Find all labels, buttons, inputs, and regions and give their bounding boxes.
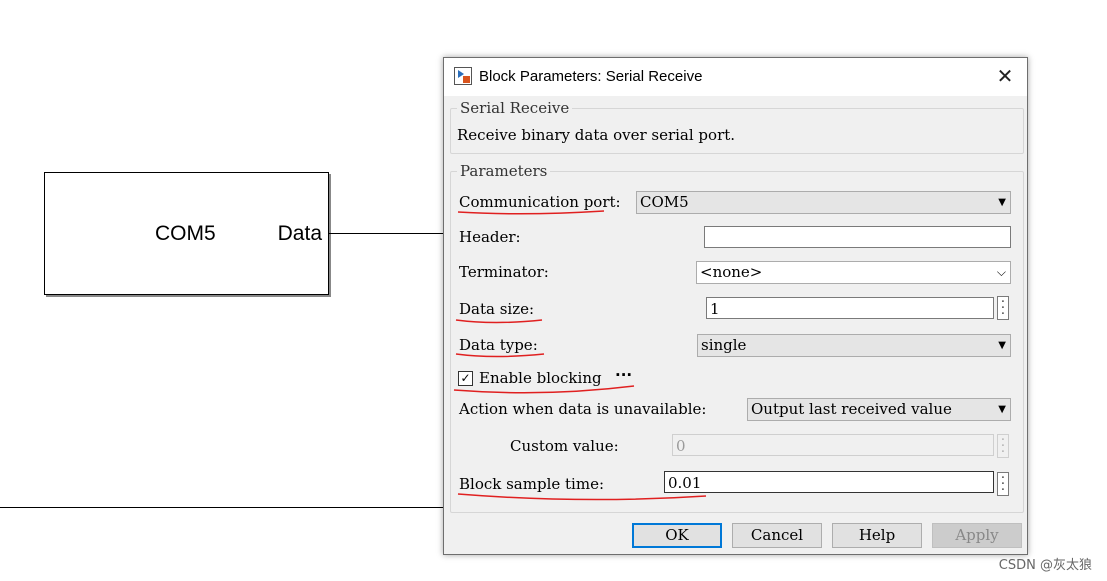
block-output-label: Data	[277, 222, 322, 245]
close-icon[interactable]: ✕	[993, 64, 1017, 88]
help-button[interactable]: Help	[832, 523, 922, 548]
dialog-title: Block Parameters: Serial Receive	[479, 68, 703, 85]
action-unavailable-dropdown[interactable]: Output last received value ▼	[747, 398, 1011, 421]
sample-time-label: Block sample time:	[459, 475, 604, 493]
data-size-more-icon[interactable]: · · ·	[997, 296, 1009, 321]
apply-button: Apply	[932, 523, 1022, 548]
header-label: Header:	[459, 228, 521, 246]
lower-signal-line[interactable]	[0, 507, 444, 508]
communication-port-dropdown[interactable]: COM5 ▼	[636, 191, 1011, 214]
terminator-dropdown[interactable]: <none> ⌵	[696, 261, 1011, 284]
data-type-label: Data type:	[459, 336, 538, 354]
terminator-value: <none>	[700, 263, 763, 281]
enable-blocking-label[interactable]: Enable blocking	[479, 369, 602, 387]
dropdown-arrow-icon: ▼	[998, 197, 1006, 208]
block-parameters-dialog: Block Parameters: Serial Receive ✕ Seria…	[443, 57, 1028, 555]
header-input[interactable]	[704, 226, 1011, 248]
communication-port-value: COM5	[640, 193, 689, 211]
data-size-input[interactable]: 1	[706, 297, 994, 319]
dropdown-arrow-icon: ▼	[998, 404, 1006, 415]
ok-button[interactable]: OK	[632, 523, 722, 548]
block-port-label: COM5	[155, 222, 216, 245]
sample-time-more-icon[interactable]: · · ·	[997, 472, 1009, 497]
enable-blocking-annotation: ···	[615, 366, 633, 384]
terminator-label: Terminator:	[459, 263, 549, 281]
chevron-down-icon: ⌵	[996, 265, 1006, 279]
description-group-title: Serial Receive	[457, 99, 573, 117]
dropdown-arrow-icon: ▼	[998, 340, 1006, 351]
communication-port-label: Communication port:	[459, 193, 621, 211]
action-unavailable-label: Action when data is unavailable:	[459, 400, 707, 418]
data-type-dropdown[interactable]: single ▼	[697, 334, 1011, 357]
watermark-text: CSDN @灰太狼	[998, 558, 1092, 573]
cancel-button[interactable]: Cancel	[732, 523, 822, 548]
parameters-group-title: Parameters	[457, 162, 551, 180]
custom-value-input: 0	[672, 434, 994, 456]
serial-receive-block[interactable]: COM5 Data	[44, 172, 329, 295]
custom-value-label: Custom value:	[510, 437, 619, 455]
custom-value-more-icon: · · ·	[997, 434, 1009, 459]
data-type-value: single	[701, 336, 747, 354]
output-signal-line[interactable]	[329, 233, 444, 234]
enable-blocking-checkbox[interactable]: ✓	[458, 371, 473, 386]
dialog-titlebar[interactable]: Block Parameters: Serial Receive ✕	[444, 58, 1027, 96]
sample-time-input[interactable]: 0.01	[664, 471, 994, 493]
data-size-label: Data size:	[459, 300, 535, 318]
action-unavailable-value: Output last received value	[751, 400, 952, 418]
simulink-block-icon	[454, 67, 472, 85]
description-text: Receive binary data over serial port.	[457, 126, 736, 144]
